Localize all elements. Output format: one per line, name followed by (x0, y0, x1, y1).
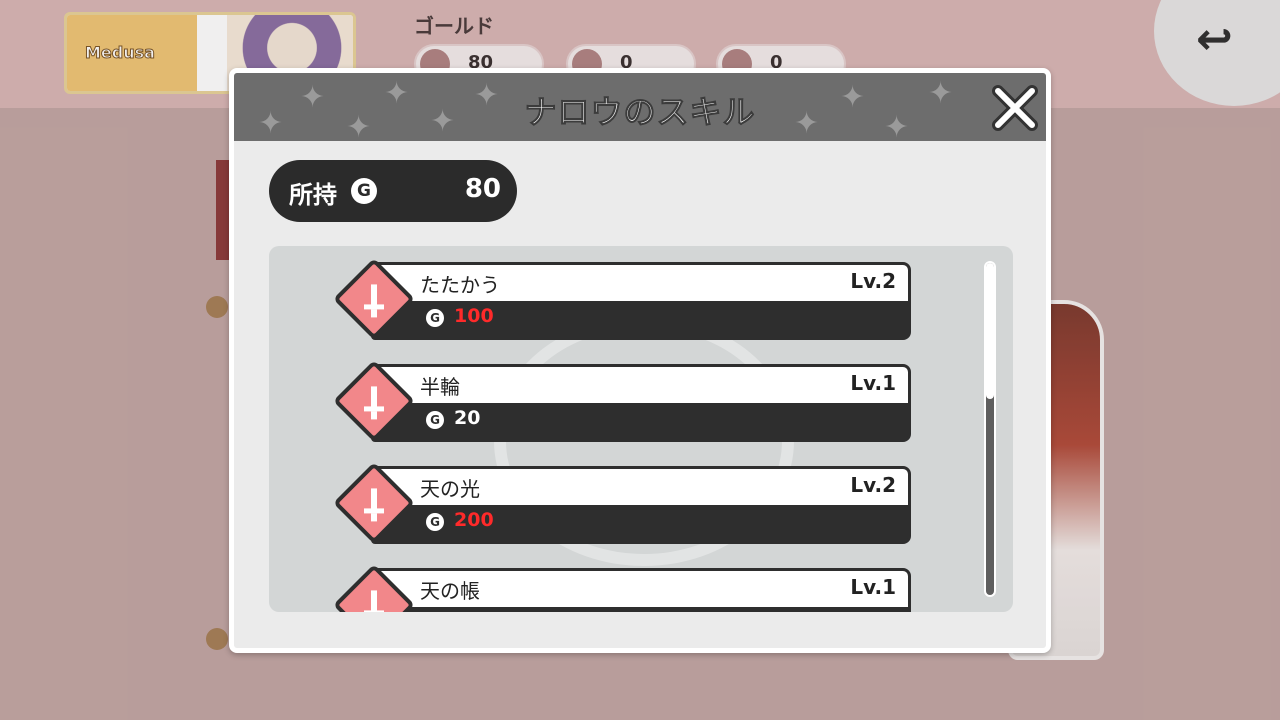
skill-name: 天の帳 (420, 579, 480, 603)
skill-item[interactable]: 半輪 Lv.1 G 20 (332, 359, 911, 444)
dialog-title: ナロウのスキル (524, 93, 756, 132)
close-button[interactable] (990, 83, 1040, 133)
skill-cost: 200 (454, 509, 494, 531)
gold-coin-icon: G (426, 513, 444, 531)
skill-level: Lv.1 (850, 371, 896, 395)
sword-icon (364, 488, 384, 522)
skill-name: 半輪 (420, 375, 460, 399)
skill-level: Lv.1 (850, 575, 896, 599)
gold-coin-icon: G (426, 309, 444, 327)
sword-icon (364, 590, 384, 612)
skill-item[interactable]: たたかう Lv.2 G 100 (332, 257, 911, 342)
dialog-header: ✦ ✦ ✦ ✦ ✦ ✦ ✦ ✦ ✦ ✦ ナロウのスキル (234, 73, 1046, 141)
skill-card: 半輪 Lv.1 G 20 (371, 364, 911, 442)
skill-cost: 20 (454, 407, 481, 429)
skill-item[interactable]: 天の帳 Lv.1 (332, 563, 911, 612)
gold-coin-icon: G (426, 411, 444, 429)
skill-item[interactable]: 天の光 Lv.2 G 200 (332, 461, 911, 546)
scrollbar-thumb[interactable] (986, 263, 994, 399)
owned-value: 80 (464, 174, 501, 204)
skill-card: 天の光 Lv.2 G 200 (371, 466, 911, 544)
skill-level: Lv.2 (850, 473, 896, 497)
skill-dialog: ✦ ✦ ✦ ✦ ✦ ✦ ✦ ✦ ✦ ✦ ナロウのスキル 所持 G 80 たたかう… (229, 68, 1051, 653)
gold-coin-icon: G (351, 178, 377, 204)
sword-icon (364, 284, 384, 318)
skill-list[interactable]: たたかう Lv.2 G 100 半輪 Lv.1 G 20 天の光 Lv.2 G … (269, 246, 1013, 612)
skill-cost: 100 (454, 305, 494, 327)
owned-label: 所持 (289, 181, 337, 209)
skill-name: 天の光 (420, 477, 480, 501)
skill-level: Lv.2 (850, 269, 896, 293)
skill-card: 天の帳 Lv.1 (371, 568, 911, 612)
skill-name: たたかう (420, 273, 500, 297)
owned-gold-display: 所持 G 80 (269, 160, 517, 222)
scrollbar[interactable] (984, 261, 996, 597)
sword-icon (364, 386, 384, 420)
skill-card: たたかう Lv.2 G 100 (371, 262, 911, 340)
close-icon (992, 85, 1038, 131)
